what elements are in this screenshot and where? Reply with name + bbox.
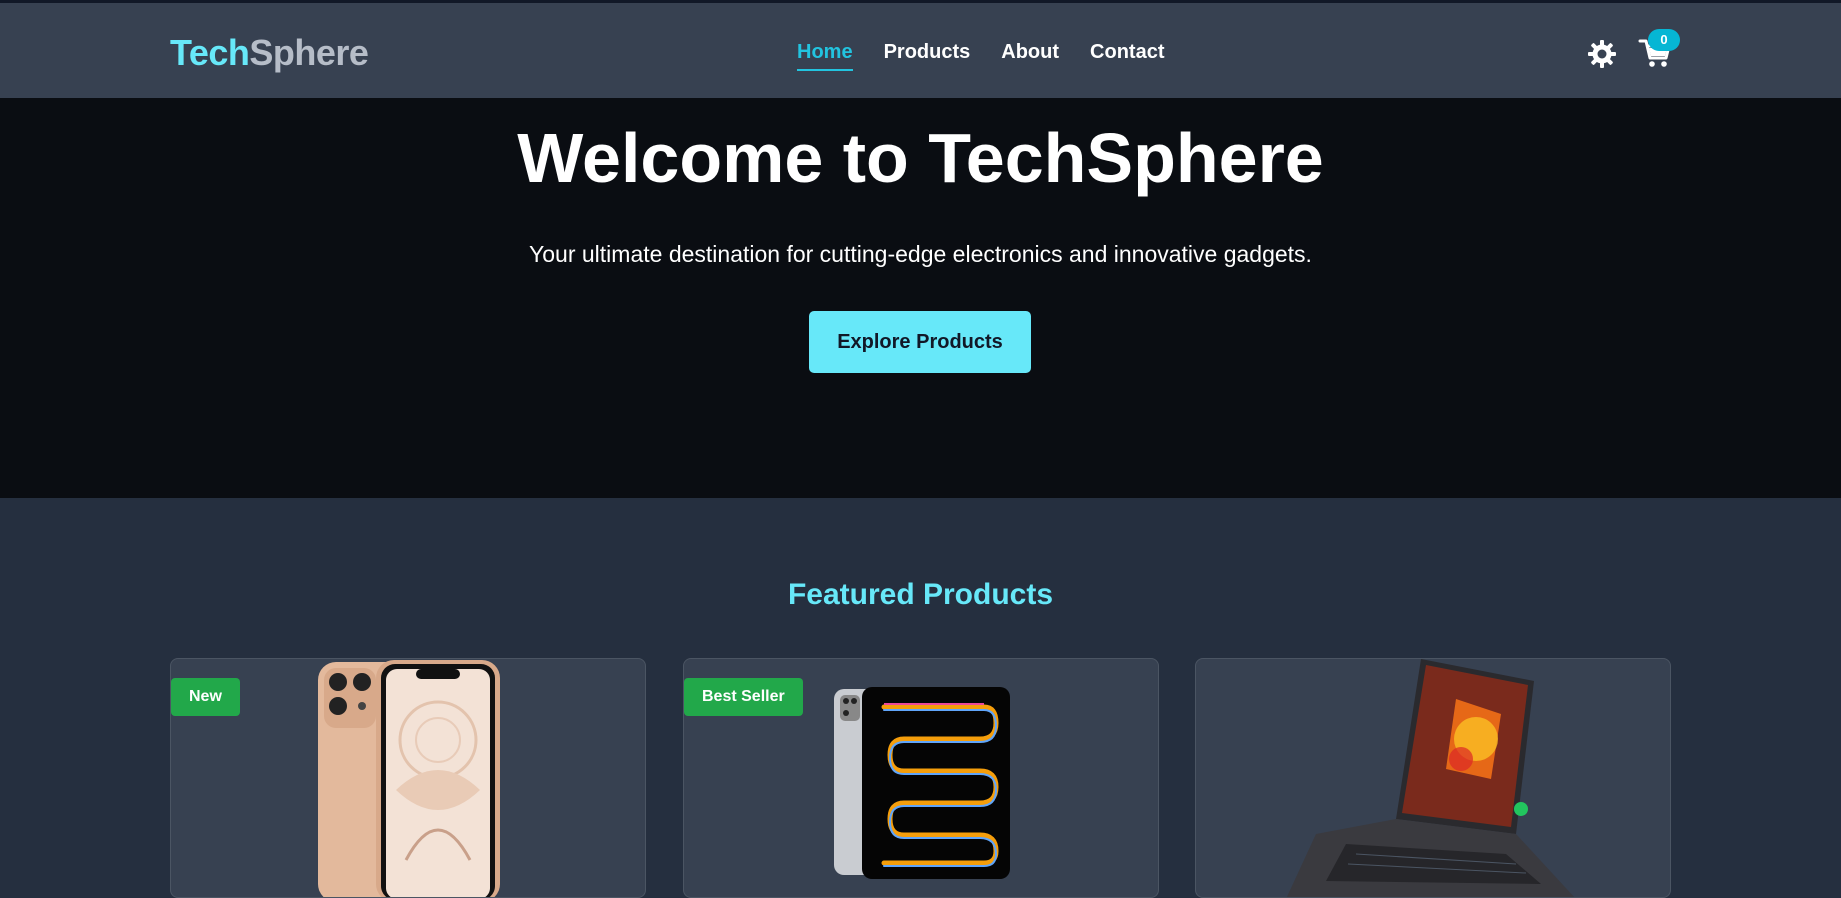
hero-subtitle: Your ultimate destination for cutting-ed… [529, 241, 1312, 267]
brand-logo-part2: Sphere [249, 32, 369, 73]
site-header: TechSphere Home Products About Contact 0 [0, 3, 1841, 98]
nav-item-contact[interactable]: Contact [1090, 41, 1164, 71]
product-card[interactable]: Best Seller [683, 658, 1159, 898]
gear-icon[interactable] [1587, 39, 1617, 69]
nav-item-home[interactable]: Home [797, 41, 853, 71]
product-card[interactable] [1195, 658, 1671, 898]
nav-item-products[interactable]: Products [884, 41, 971, 71]
main-nav: Home Products About Contact [797, 41, 1164, 71]
explore-products-button[interactable]: Explore Products [809, 311, 1031, 373]
product-badge: Best Seller [684, 678, 803, 716]
featured-products-title: Featured Products [787, 578, 1054, 611]
nav-item-about[interactable]: About [1001, 41, 1059, 71]
hero-section: Welcome to TechSphere Your ultimate dest… [0, 98, 1841, 498]
cart-count-badge: 0 [1648, 29, 1680, 51]
product-badge: New [171, 678, 240, 716]
brand-logo[interactable]: TechSphere [170, 32, 369, 74]
brand-logo-part1: Tech [170, 32, 250, 73]
smartphone-image [318, 660, 500, 897]
tablet-image [834, 687, 1010, 879]
laptop-image [1286, 659, 1575, 897]
product-card[interactable]: New [170, 658, 646, 898]
hero-title: Welcome to TechSphere [517, 119, 1324, 197]
